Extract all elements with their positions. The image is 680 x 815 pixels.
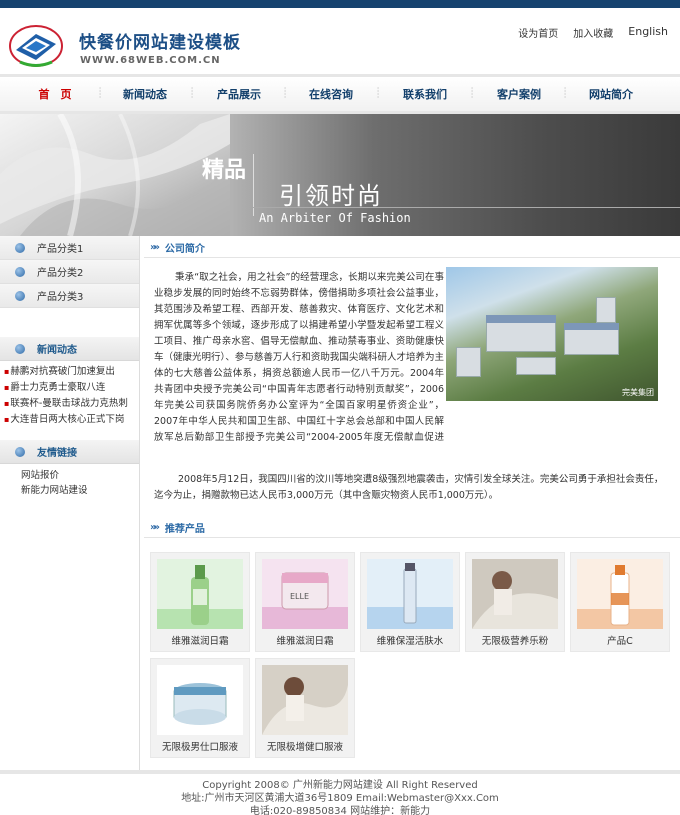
news-heading-label: 新闻动态 <box>37 345 77 356</box>
double-arrow-icon: »» <box>150 521 160 533</box>
top-links: 设为首页 加入收藏 English <box>518 25 668 40</box>
english-link[interactable]: English <box>628 25 668 40</box>
banner-subtitle-en: An Arbiter Of Fashion <box>259 211 411 225</box>
nav-item-about[interactable]: 网站简介 <box>586 86 636 102</box>
nav-separator: ┊ <box>188 88 196 99</box>
site-url: WWW.68WEB.COM.CN <box>80 55 221 66</box>
product-card[interactable]: 无限极男仕口服液 <box>150 658 250 758</box>
site-title: 快餐价网站建设模板 <box>79 33 241 53</box>
products-heading: »» 推荐产品 <box>144 517 680 538</box>
product-name: 维雅滋润日霜 <box>171 636 229 647</box>
product-image <box>157 665 243 735</box>
product-image <box>577 559 663 629</box>
product-card[interactable]: 无限极营养乐粉 <box>465 552 565 652</box>
friend-link[interactable]: 网站报价 <box>21 468 139 483</box>
product-name: 无限极男仕口服液 <box>161 742 238 753</box>
product-name: 维雅滋润日霜 <box>276 636 334 647</box>
product-card[interactable]: 维雅滋润日霜 <box>150 552 250 652</box>
product-image: ELLE <box>262 559 348 629</box>
products-heading-label: 推荐产品 <box>164 523 205 535</box>
product-name: 产品C <box>607 636 633 647</box>
add-favorite-link[interactable]: 加入收藏 <box>573 25 613 40</box>
bullet-icon <box>15 242 25 253</box>
bullet-icon <box>15 343 25 354</box>
set-homepage-link[interactable]: 设为首页 <box>518 25 558 40</box>
nav-separator: ┊ <box>561 88 569 99</box>
bullet-icon <box>15 266 25 277</box>
banner-title-2: 引领时尚 <box>279 182 383 210</box>
footer-copyright: Copyright 2008© 广州新能力网站建设 All Right Rese… <box>202 780 478 791</box>
about-heading: »» 公司简介 <box>144 237 680 258</box>
category-label: 产品分类3 <box>37 292 84 303</box>
product-card[interactable]: 维雅保湿活肤水 <box>360 552 460 652</box>
sidebar-category[interactable]: 产品分类2 <box>0 260 139 284</box>
product-image <box>262 665 348 735</box>
main-area: 产品分类1 产品分类2 产品分类3 新闻动态 赫鹏对抗赛破门加速复出 爵士力克勇… <box>0 236 680 770</box>
footer-address: 地址:广州市天河区黄浦大道36号1809 Email:Webmaster@Xxx… <box>181 793 499 804</box>
footer: Copyright 2008© 广州新能力网站建设 All Right Rese… <box>0 770 680 815</box>
nav-separator: ┊ <box>374 88 382 99</box>
friend-link[interactable]: 新能力网站建设 <box>21 483 139 498</box>
product-card[interactable]: 产品C <box>570 552 670 652</box>
news-list: 赫鹏对抗赛破门加速复出 爵士力克勇士豪取八连 联赛杯-曼联击球战力克热刺 大连昔… <box>0 361 139 428</box>
banner-title-1: 精品 <box>202 157 247 183</box>
product-image <box>157 559 243 629</box>
about-section: 完美集团 秉承“取之社会，用之社会”的经营理念，长期以来完美公司在事业稳步发展的… <box>144 258 680 501</box>
nav-item-products[interactable]: 产品展示 <box>214 86 264 102</box>
bullet-icon <box>15 446 25 457</box>
double-arrow-icon: »» <box>150 241 160 253</box>
nav-item-cases[interactable]: 客户案例 <box>494 86 544 102</box>
product-name: 维雅保湿活肤水 <box>376 636 444 647</box>
sidebar-category[interactable]: 产品分类1 <box>0 236 139 260</box>
photo-watermark: 完美集团 <box>622 388 654 397</box>
sidebar-category[interactable]: 产品分类3 <box>0 284 139 308</box>
category-label: 产品分类2 <box>37 268 84 279</box>
nav-separator: ┊ <box>468 88 476 99</box>
product-name: 无限极增健口服液 <box>266 742 343 753</box>
nav-item-consult[interactable]: 在线咨询 <box>306 86 356 102</box>
top-bar <box>0 0 680 8</box>
content: »» 公司简介 完美集团 秉承“取之社会，用之社会”的经营理念，长期以来完美公司在… <box>140 236 680 770</box>
product-image <box>367 559 453 629</box>
news-item[interactable]: 爵士力克勇士豪取八连 <box>0 380 139 396</box>
banner: 精品 引领时尚 An Arbiter Of Fashion <box>0 114 680 236</box>
svg-text:ELLE: ELLE <box>290 592 309 601</box>
category-label: 产品分类1 <box>37 244 84 255</box>
news-item[interactable]: 大连昔日两大核心正式下岗 <box>0 412 139 428</box>
company-campus-photo: 完美集团 <box>446 267 658 401</box>
product-name: 无限极营养乐粉 <box>481 636 549 647</box>
nav-item-contact[interactable]: 联系我们 <box>400 86 450 102</box>
product-card[interactable]: 无限极增健口服液 <box>255 658 355 758</box>
bullet-icon <box>15 290 25 301</box>
product-grid: 维雅滋润日霜 ELLE 维雅滋润日霜 维雅保湿活肤水 无限极营养乐粉 产品C 无… <box>144 538 680 764</box>
about-paragraph-1: 秉承“取之社会，用之社会”的经营理念，长期以来完美公司在事业稳步发展的同时始终不… <box>154 272 444 443</box>
banner-fabric-image <box>0 114 230 236</box>
nav-separator: ┊ <box>96 88 104 99</box>
product-card[interactable]: ELLE 维雅滋润日霜 <box>255 552 355 652</box>
about-paragraph-2: 2008年5月12日，我国四川省的汶川等地突遭8级强烈地震袭击，灾情引发全球关注… <box>154 474 664 501</box>
nav-item-home[interactable]: 首 页 <box>30 86 80 102</box>
friend-links: 网站报价 新能力网站建设 <box>0 464 139 498</box>
company-logo <box>9 25 63 67</box>
news-item[interactable]: 联赛杯-曼联击球战力克热刺 <box>0 396 139 412</box>
links-heading: 友情链接 <box>0 440 139 464</box>
header: 快餐价网站建设模板 WWW.68WEB.COM.CN 设为首页 加入收藏 Eng… <box>0 8 680 74</box>
sidebar: 产品分类1 产品分类2 产品分类3 新闻动态 赫鹏对抗赛破门加速复出 爵士力克勇… <box>0 236 140 770</box>
news-item[interactable]: 赫鹏对抗赛破门加速复出 <box>0 364 139 380</box>
news-heading: 新闻动态 <box>0 337 139 361</box>
nav-separator: ┊ <box>281 88 289 99</box>
nav-item-news[interactable]: 新闻动态 <box>120 86 170 102</box>
about-heading-label: 公司简介 <box>164 243 205 255</box>
main-nav: 首 页 ┊ 新闻动态 ┊ 产品展示 ┊ 在线咨询 ┊ 联系我们 ┊ 客户案例 ┊… <box>0 74 680 114</box>
links-heading-label: 友情链接 <box>37 448 77 459</box>
product-image <box>472 559 558 629</box>
footer-contact: 电话:020-89850834 网站维护：新能力 <box>249 806 431 815</box>
